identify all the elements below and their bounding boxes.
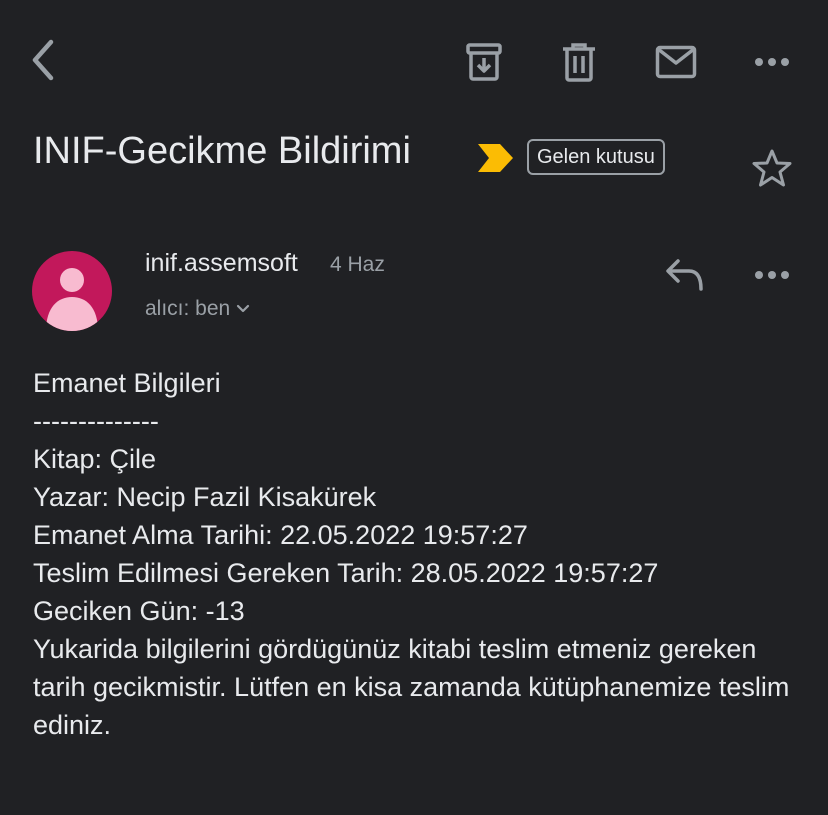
email-view: INIF-Gecikme Bildirimi Gelen kutusu inif… [0, 0, 828, 815]
reply-icon [666, 259, 703, 291]
star-icon [752, 149, 792, 187]
book-author: Yazar: Necip Fazil Kisakürek [33, 482, 377, 512]
archive-button[interactable] [462, 40, 506, 84]
sent-date: 4 Haz [330, 253, 385, 276]
message-more-button[interactable] [750, 253, 794, 297]
email-body: Emanet Bilgileri -------------- Kitap: Ç… [33, 364, 813, 744]
book-title: Kitap: Çile [33, 444, 157, 474]
chevron-left-icon [32, 39, 54, 81]
due-date: Teslim Edilmesi Gereken Tarih: 28.05.202… [33, 558, 659, 588]
email-subject: INIF-Gecikme Bildirimi [33, 130, 411, 172]
reply-button[interactable] [662, 253, 708, 297]
more-horizontal-icon [755, 271, 789, 279]
archive-icon [466, 43, 502, 81]
recipient-label: alıcı: ben [145, 297, 231, 320]
body-separator: -------------- [33, 406, 159, 436]
overdue-notice: Yukarida bilgilerini gördügünüz kitabi t… [33, 634, 790, 740]
inbox-label-chip[interactable]: Gelen kutusu [527, 139, 665, 175]
more-horizontal-icon [755, 58, 789, 66]
recipient-details-toggle[interactable]: alıcı: ben [145, 297, 250, 321]
late-days: Geciken Gün: -13 [33, 596, 245, 626]
sender-avatar[interactable] [32, 251, 112, 331]
person-icon [46, 268, 98, 331]
sender-name[interactable]: inif.assemsoft [145, 249, 298, 278]
more-options-button[interactable] [750, 40, 794, 84]
delete-button[interactable] [557, 40, 601, 84]
trash-icon [563, 43, 595, 82]
chevron-down-icon [237, 304, 250, 313]
back-button[interactable] [22, 38, 66, 82]
mark-unread-button[interactable] [653, 40, 699, 84]
importance-marker[interactable] [478, 144, 514, 177]
mail-icon [655, 45, 697, 79]
star-button[interactable] [749, 146, 795, 190]
importance-arrow-icon [478, 144, 513, 172]
loan-date: Emanet Alma Tarihi: 22.05.2022 19:57:27 [33, 520, 528, 550]
body-heading: Emanet Bilgileri [33, 368, 221, 398]
